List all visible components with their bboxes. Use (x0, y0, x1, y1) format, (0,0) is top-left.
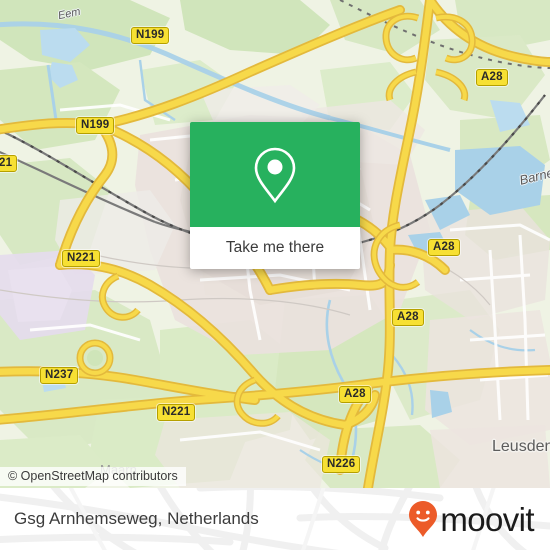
road-shield: A28 (339, 386, 371, 403)
location-title-text: Gsg Arnhemseweg, Netherlands (14, 509, 259, 528)
popup-green-header (190, 122, 360, 227)
road-shield: N226 (322, 456, 361, 473)
road-shield: N199 (131, 27, 170, 44)
place-label-leusden: Leusden (492, 438, 550, 455)
road-shield: N237 (40, 367, 79, 384)
moovit-wordmark: moovit (440, 500, 534, 538)
map-canvas[interactable]: N199 N199 A28 A28 A28 A28 21 N221 N237 N… (0, 0, 550, 488)
location-popup-card[interactable]: Take me there (190, 122, 360, 269)
road-shield: 21 (0, 155, 18, 172)
bottom-info-bar: Gsg Arnhemseweg, Netherlands moovit (0, 488, 550, 550)
osm-attribution-text: © OpenStreetMap contributors (8, 469, 178, 483)
take-me-there-button[interactable]: Take me there (190, 227, 360, 269)
location-title: Gsg Arnhemseweg, Netherlands (14, 488, 259, 550)
road-shield: N199 (76, 117, 115, 134)
road-shield: A28 (428, 239, 460, 256)
take-me-there-label: Take me there (225, 239, 325, 256)
location-pin-icon (254, 147, 296, 203)
road-shield: N221 (62, 250, 101, 267)
road-shield: N221 (157, 404, 196, 421)
moovit-smiley-pin-icon (409, 501, 438, 537)
road-shield: A28 (476, 69, 508, 86)
road-shield: A28 (392, 309, 424, 326)
moovit-brand-logo[interactable]: moovit (408, 488, 535, 550)
osm-attribution[interactable]: © OpenStreetMap contributors (0, 467, 186, 486)
